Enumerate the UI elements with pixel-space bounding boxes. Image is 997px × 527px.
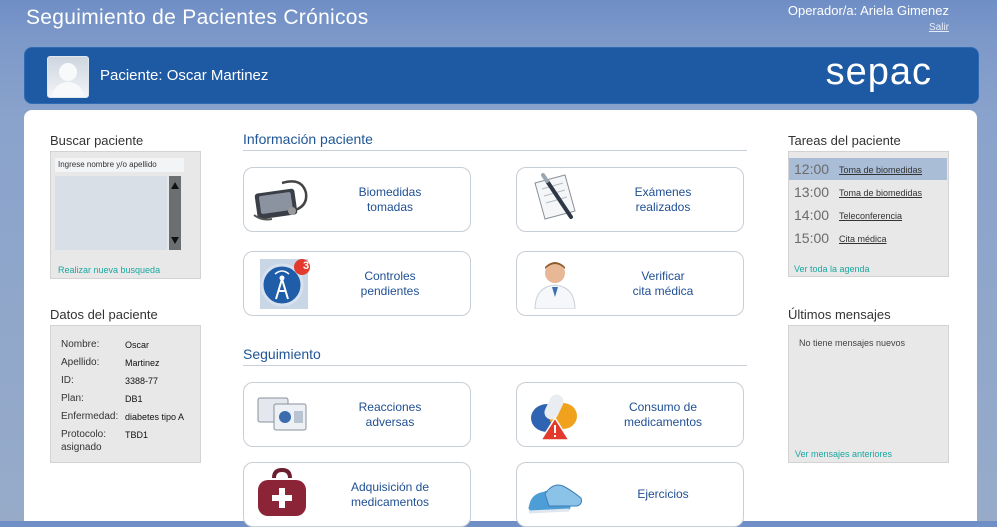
field-value: Martinez <box>125 358 160 368</box>
field-label: Apellido: <box>61 357 100 368</box>
scroll-down-icon[interactable] <box>171 237 179 244</box>
search-input[interactable]: Ingrese nombre y/o apellido <box>55 158 184 172</box>
exam-document-pen-icon <box>534 173 576 220</box>
tile-label: Ejercicios <box>637 487 689 501</box>
search-results-list[interactable] <box>55 176 167 250</box>
patient-title: Paciente: Oscar Martinez <box>100 67 269 84</box>
doctor-icon <box>534 262 576 309</box>
tasks-title: Tareas del paciente <box>788 133 901 148</box>
section-divider <box>243 365 747 366</box>
screens-icon <box>257 397 307 431</box>
operator-name: Operador/a: Ariela Gimenez <box>787 3 949 18</box>
section-divider <box>243 150 747 151</box>
task-row[interactable]: 13:00 Toma de biomedidas <box>789 181 947 203</box>
field-value: DB1 <box>125 394 143 404</box>
messages-box: No tiene mensajes nuevos Ver mensajes an… <box>788 325 949 463</box>
field-label: ID: <box>61 375 74 386</box>
tile-consumo[interactable]: Consumo de medicamentos <box>516 382 744 447</box>
task-time: 12:00 <box>794 161 830 177</box>
tasks-box: 12:00 Toma de biomedidas 13:00 Toma de b… <box>788 151 949 277</box>
tile-adquisicion[interactable]: Adquisición de medicamentos <box>243 462 471 527</box>
previous-messages-link[interactable]: Ver mensajes anteriores <box>795 449 892 459</box>
tile-label: Consumo de medicamentos <box>623 399 703 429</box>
tile-label: Reacciones adversas <box>358 399 422 429</box>
task-link[interactable]: Toma de biomedidas <box>839 188 922 198</box>
field-value: 3388-77 <box>125 376 159 386</box>
task-time: 15:00 <box>794 230 830 246</box>
task-row[interactable]: 15:00 Cita médica <box>789 227 947 249</box>
tile-ejercicios[interactable]: Ejercicios <box>516 462 744 527</box>
no-messages-text: No tiene mensajes nuevos <box>799 338 906 348</box>
sneakers-icon <box>528 484 582 514</box>
field-label: Plan: <box>61 393 84 404</box>
field-value: diabetes tipo A <box>125 412 185 422</box>
patient-header: Paciente: Oscar Martinez sepac <box>24 47 979 104</box>
medical-bag-icon <box>258 468 306 516</box>
main-panel: Buscar paciente Ingrese nombre y/o apell… <box>24 110 977 527</box>
pills-warning-icon <box>531 394 577 440</box>
tile-reacciones[interactable]: Reacciones adversas <box>243 382 471 447</box>
tile-label: Biomedidas tomadas <box>358 184 422 214</box>
tile-biomedidas[interactable]: Biomedidas tomadas <box>243 167 471 232</box>
followup-section-title: Seguimiento <box>243 346 321 362</box>
scroll-up-icon[interactable] <box>171 182 179 189</box>
scrollbar[interactable] <box>169 176 181 250</box>
patient-data-title: Datos del paciente <box>50 307 158 322</box>
tile-label: Verificar cita médica <box>632 268 694 298</box>
task-row[interactable]: 12:00 Toma de biomedidas <box>789 158 947 180</box>
task-link[interactable]: Teleconferencia <box>839 211 902 221</box>
search-box: Ingrese nombre y/o apellido Realizar nue… <box>50 151 201 279</box>
tile-controles[interactable]: 3 Controles pendientes <box>243 251 471 316</box>
tile-verificar-cita[interactable]: Verificar cita médica <box>516 251 744 316</box>
tile-label: Exámenes realizados <box>634 184 692 214</box>
messages-title: Últimos mensajes <box>788 307 891 322</box>
task-time: 14:00 <box>794 207 830 223</box>
view-agenda-link[interactable]: Ver toda la agenda <box>794 264 870 274</box>
app-title: Seguimiento de Pacientes Crónicos <box>26 6 369 29</box>
task-time: 13:00 <box>794 184 830 200</box>
tile-label: Controles pendientes <box>360 268 420 298</box>
tile-label: Adquisición de medicamentos <box>350 479 430 509</box>
task-link[interactable]: Cita médica <box>839 234 887 244</box>
notification-badge: 3 <box>302 260 310 272</box>
biomedical-device-icon <box>253 180 308 221</box>
field-label: Enfermedad: <box>61 411 119 422</box>
field-label: asignado <box>61 442 102 453</box>
field-label: Protocolo: <box>61 429 107 440</box>
tile-examenes[interactable]: Exámenes realizados <box>516 167 744 232</box>
task-link[interactable]: Toma de biomedidas <box>839 165 922 175</box>
field-value: TBD1 <box>125 430 149 440</box>
field-value: Oscar <box>125 340 150 350</box>
search-title: Buscar paciente <box>50 133 144 148</box>
field-label: Nombre: <box>61 339 100 350</box>
info-section-title: Información paciente <box>243 131 373 147</box>
new-search-link[interactable]: Realizar nueva busqueda <box>58 265 160 275</box>
sepac-logo: sepac <box>825 51 932 93</box>
task-row[interactable]: 14:00 Teleconferencia <box>789 204 947 226</box>
avatar <box>47 56 89 98</box>
logout-link[interactable]: Salir <box>929 22 949 33</box>
patient-data-box: Nombre: Oscar Apellido: Martinez ID: 338… <box>50 325 201 463</box>
